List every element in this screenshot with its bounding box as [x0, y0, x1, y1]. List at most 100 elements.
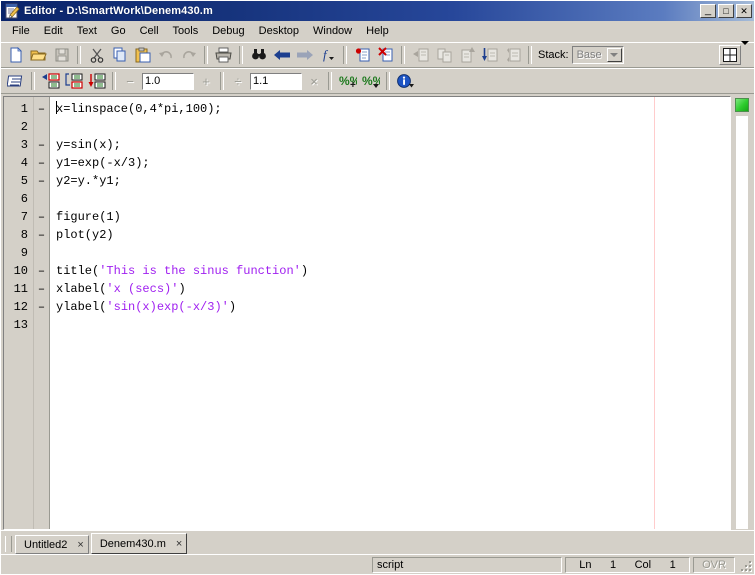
back-button[interactable]: [270, 44, 293, 66]
layout-dropdown[interactable]: [719, 41, 749, 65]
empty-line-marker[interactable]: [34, 316, 49, 334]
executable-line-marker[interactable]: –: [34, 226, 49, 244]
menu-tools[interactable]: Tools: [166, 23, 206, 39]
maximize-button[interactable]: □: [718, 4, 734, 18]
minimize-icon: _: [704, 4, 712, 16]
save-button[interactable]: [50, 44, 73, 66]
close-button[interactable]: ✕: [736, 4, 752, 18]
tabbar-grip[interactable]: [5, 536, 12, 552]
continue-button[interactable]: [478, 44, 501, 66]
code-line[interactable]: [50, 316, 730, 334]
main-toolbar: f Stack: Base: [1, 41, 754, 68]
toolbar-separator: [386, 72, 390, 90]
find-button[interactable]: [247, 44, 270, 66]
forward-button[interactable]: [293, 44, 316, 66]
evaluate-cell-advance-button[interactable]: %% +: [336, 70, 359, 92]
tab-close-icon[interactable]: ×: [176, 538, 182, 549]
cell-mode-button[interactable]: [4, 70, 27, 92]
menu-window[interactable]: Window: [306, 23, 359, 39]
executable-line-marker[interactable]: –: [34, 172, 49, 190]
menu-cell[interactable]: Cell: [133, 23, 166, 39]
decrement-button[interactable]: −: [120, 71, 140, 91]
tab-untitled2[interactable]: Untitled2 ×: [15, 535, 89, 554]
multiply-button[interactable]: ×: [304, 71, 324, 91]
file-type-status: script: [372, 556, 562, 573]
menu-file[interactable]: File: [5, 23, 37, 39]
function-browser-button[interactable]: f: [316, 44, 339, 66]
cell-help-button[interactable]: [394, 70, 417, 92]
insert-cell-divider-selection-button[interactable]: [62, 70, 85, 92]
code-line[interactable]: plot(y2): [50, 226, 730, 244]
empty-line-marker[interactable]: [34, 190, 49, 208]
empty-line-marker[interactable]: [34, 244, 49, 262]
menu-debug[interactable]: Debug: [205, 23, 251, 39]
evaluate-current-cell-icon: [88, 73, 106, 89]
mlint-status-indicator[interactable]: [735, 98, 749, 112]
executable-line-marker[interactable]: –: [34, 298, 49, 316]
menu-text[interactable]: Text: [70, 23, 104, 39]
clear-breakpoints-button[interactable]: [374, 44, 397, 66]
menu-help[interactable]: Help: [359, 23, 396, 39]
code-editor-frame[interactable]: 1 2 3 4 5 6 7 8 9 10 11 12 13 – – – – – – – – – x=linspace(0…: [3, 96, 731, 530]
vertical-scrollbar[interactable]: [735, 115, 749, 530]
code-line[interactable]: title('This is the sinus function'): [50, 262, 730, 280]
layout-chevron-down-icon[interactable]: [741, 41, 749, 65]
insert-cell-divider-button[interactable]: [39, 70, 62, 92]
redo-button[interactable]: [177, 44, 200, 66]
increment-value-input[interactable]: 1.0: [142, 72, 194, 90]
code-line[interactable]: y2=y.*y1;: [50, 172, 730, 190]
paste-button[interactable]: [131, 44, 154, 66]
resize-grip[interactable]: [738, 558, 752, 572]
print-button[interactable]: [212, 44, 235, 66]
empty-line-marker[interactable]: [34, 118, 49, 136]
step-button[interactable]: [409, 44, 432, 66]
executable-line-marker[interactable]: –: [34, 154, 49, 172]
executable-line-marker[interactable]: –: [34, 100, 49, 118]
cut-button[interactable]: [85, 44, 108, 66]
tab-denem430[interactable]: Denem430.m ×: [90, 533, 188, 554]
menu-go[interactable]: Go: [104, 23, 133, 39]
code-line[interactable]: x=linspace(0,4*pi,100);: [50, 100, 730, 118]
code-line[interactable]: figure(1): [50, 208, 730, 226]
open-file-button[interactable]: [27, 44, 50, 66]
code-line[interactable]: [50, 244, 730, 262]
exit-debug-button[interactable]: [501, 44, 524, 66]
executable-line-marker[interactable]: –: [34, 280, 49, 298]
evaluate-current-cell-button[interactable]: [85, 70, 108, 92]
code-text-area[interactable]: x=linspace(0,4*pi,100); y=sin(x); y1=exp(…: [50, 97, 730, 529]
code-line[interactable]: ylabel('sin(x)exp(-x/3)'): [50, 298, 730, 316]
code-line[interactable]: y1=exp(-x/3);: [50, 154, 730, 172]
breakpoint-gutter[interactable]: – – – – – – – – –: [34, 97, 50, 529]
minimize-button[interactable]: _: [700, 4, 716, 18]
code-line[interactable]: [50, 190, 730, 208]
cell-mode-icon: [6, 73, 25, 89]
evaluate-entire-file-button[interactable]: %%: [359, 70, 382, 92]
code-line[interactable]: xlabel('x (secs)'): [50, 280, 730, 298]
toolbar-separator: [328, 72, 332, 90]
stack-dropdown[interactable]: Base: [571, 46, 624, 64]
tab-label: Denem430.m: [99, 537, 166, 550]
copy-button[interactable]: [108, 44, 131, 66]
evaluate-cell-advance-icon: %% +: [339, 73, 357, 89]
overwrite-status[interactable]: OVR: [693, 556, 735, 573]
code-line[interactable]: [50, 118, 730, 136]
set-breakpoint-button[interactable]: [351, 44, 374, 66]
divide-button[interactable]: ÷: [228, 71, 248, 91]
new-file-button[interactable]: [4, 44, 27, 66]
executable-line-marker[interactable]: –: [34, 262, 49, 280]
line-number: 13: [13, 318, 28, 332]
editor-window: Editor - D:\SmartWork\Denem430.m _ □ ✕ F…: [0, 0, 755, 575]
menu-edit[interactable]: Edit: [37, 23, 70, 39]
executable-line-marker[interactable]: –: [34, 136, 49, 154]
step-in-button[interactable]: [432, 44, 455, 66]
tab-close-icon[interactable]: ×: [77, 539, 83, 550]
increment-button[interactable]: +: [196, 71, 216, 91]
code-line[interactable]: y=sin(x);: [50, 136, 730, 154]
step-out-button[interactable]: [455, 44, 478, 66]
stack-label: Stack:: [538, 49, 569, 61]
executable-line-marker[interactable]: –: [34, 208, 49, 226]
undo-button[interactable]: [154, 44, 177, 66]
multiply-value-input[interactable]: 1.1: [250, 72, 302, 90]
line-number: 1: [20, 102, 28, 116]
menu-desktop[interactable]: Desktop: [252, 23, 306, 39]
